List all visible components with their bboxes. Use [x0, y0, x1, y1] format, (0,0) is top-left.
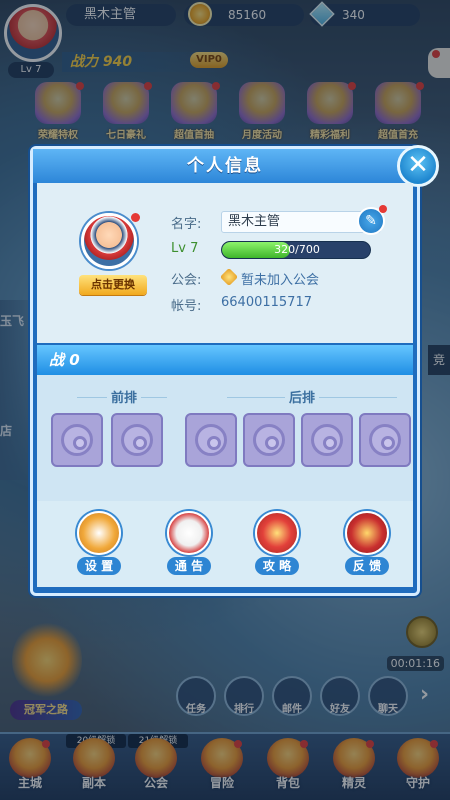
feedback-button[interactable]: 反 馈	[339, 511, 395, 581]
profile-avatar[interactable]	[81, 213, 137, 269]
scroll-icon	[345, 511, 389, 555]
personal-info-modal: 个人信息 ✕ 点击更换 名字: 黑木主管 ✎ Lv 7 320/700 公会: …	[30, 145, 439, 596]
settings-button[interactable]: 设 置	[71, 511, 127, 581]
book-icon	[255, 511, 299, 555]
team-slot-back-2[interactable]	[243, 413, 295, 467]
change-avatar-button[interactable]: 点击更换	[79, 275, 147, 295]
pokeball-icon	[369, 424, 401, 456]
close-button[interactable]: ✕	[397, 145, 439, 187]
function-buttons-panel: 设 置 通 告 攻 略 反 馈	[37, 501, 413, 587]
team-slot-back-4[interactable]	[359, 413, 411, 467]
team-power: 战 0	[49, 351, 80, 369]
megaphone-icon	[167, 511, 211, 555]
account-label: 帐号:	[171, 299, 202, 314]
team-formation-panel: 前排 后排	[37, 375, 413, 501]
guild-badge-icon	[219, 267, 239, 287]
pokeball-icon	[195, 424, 227, 456]
guild-label: 公会:	[171, 273, 202, 288]
name-label: 名字:	[171, 217, 202, 232]
notification-dot	[379, 205, 387, 213]
team-slot-back-1[interactable]	[185, 413, 237, 467]
pokeball-icon	[121, 424, 153, 456]
modal-title: 个人信息	[187, 156, 263, 176]
account-value: 66400115717	[221, 295, 312, 310]
pokeball-icon	[253, 424, 285, 456]
gear-clock-icon	[77, 511, 121, 555]
back-row-label: 后排	[285, 387, 320, 406]
announcement-button[interactable]: 通 告	[161, 511, 217, 581]
pokeball-icon	[311, 424, 343, 456]
xp-progress-bar: 320/700	[221, 241, 371, 259]
guide-button[interactable]: 攻 略	[249, 511, 305, 581]
team-slot-back-3[interactable]	[301, 413, 353, 467]
profile-level: Lv 7	[171, 241, 199, 256]
profile-info-panel: 点击更换 名字: 黑木主管 ✎ Lv 7 320/700 公会: 暂未加入公会 …	[37, 183, 413, 343]
guild-value: 暂未加入公会	[241, 273, 320, 288]
front-row-label: 前排	[107, 387, 142, 406]
notification-dot	[131, 213, 140, 222]
pokeball-icon	[61, 424, 93, 456]
team-slot-front-2[interactable]	[111, 413, 163, 467]
xp-progress-text: 320/700	[274, 243, 320, 256]
team-slot-front-1[interactable]	[51, 413, 103, 467]
power-strip: 战 0	[37, 345, 413, 375]
